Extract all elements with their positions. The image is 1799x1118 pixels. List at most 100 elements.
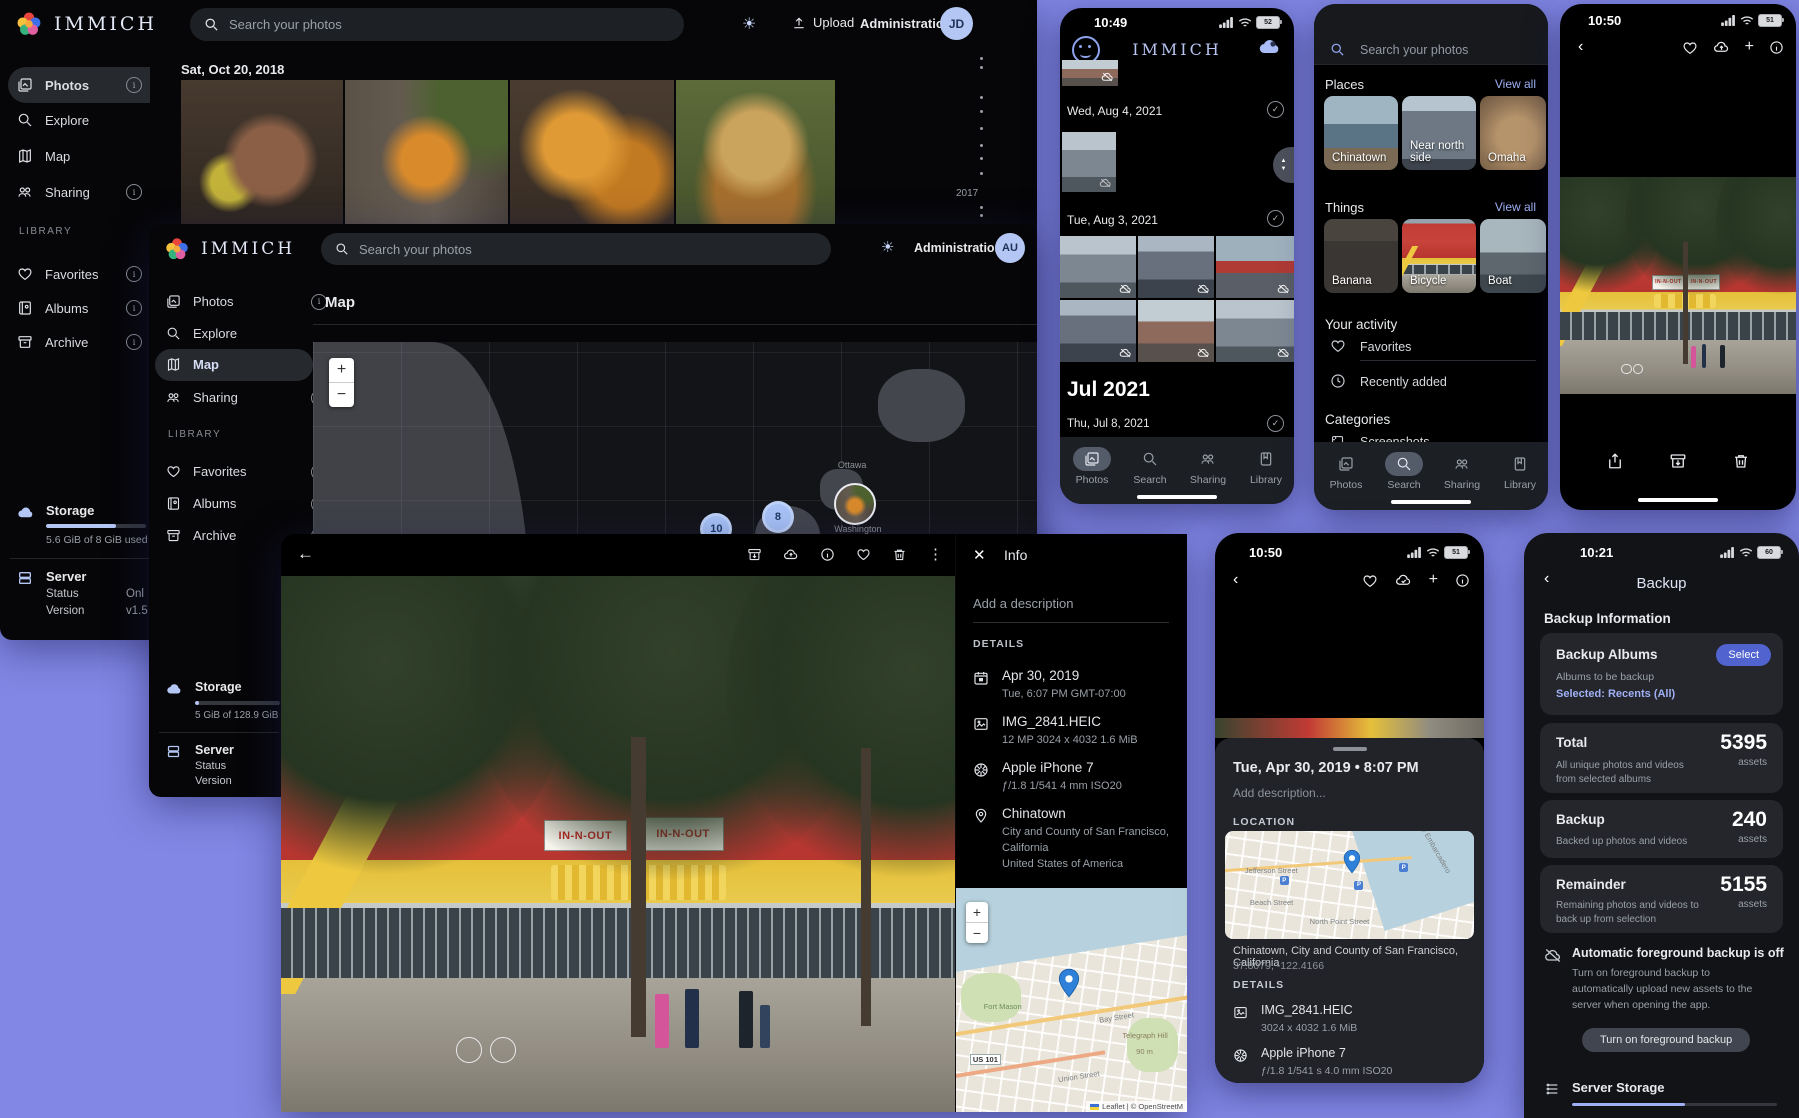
upload-button[interactable]: Upload: [792, 15, 854, 30]
location-map[interactable]: Fort Mason Bay Street Union Street Teleg…: [956, 888, 1187, 1112]
asset-photo[interactable]: IN-N-OUT IN-N-OUT: [281, 576, 955, 1112]
cloud-check-icon[interactable]: [1395, 573, 1412, 587]
sidebar-item-sharing[interactable]: Sharing i: [17, 184, 142, 200]
favorites-label[interactable]: Favorites: [1360, 340, 1411, 354]
trash-icon[interactable]: [1732, 452, 1750, 470]
back-button[interactable]: ‹: [1233, 571, 1238, 589]
app-logo[interactable]: IMMICH: [14, 9, 157, 39]
info-icon[interactable]: [1769, 40, 1784, 55]
home-indicator[interactable]: [1391, 500, 1471, 504]
select-day-checkbox[interactable]: ✓: [1267, 415, 1284, 432]
sidebar-item-map[interactable]: Map: [166, 357, 219, 372]
photo-thumbnail[interactable]: [1216, 300, 1294, 362]
sidebar-item-explore[interactable]: Explore: [166, 326, 237, 341]
recently-added-row[interactable]: [1330, 373, 1346, 389]
places-view-all-link[interactable]: View all: [1495, 77, 1536, 91]
heart-icon[interactable]: [856, 547, 871, 562]
description-input[interactable]: Add description...: [1233, 786, 1326, 800]
asset-photo-strip[interactable]: [1215, 718, 1484, 738]
zoom-in-button[interactable]: +: [966, 902, 988, 922]
info-icon[interactable]: i: [126, 300, 142, 316]
sidebar-item-favorites[interactable]: Favorites i: [17, 266, 142, 282]
favorites-row[interactable]: [1330, 338, 1346, 354]
info-icon[interactable]: i: [126, 77, 142, 93]
heart-icon[interactable]: [1362, 573, 1378, 589]
search-input[interactable]: Search your photos: [321, 233, 831, 265]
more-options-icon[interactable]: ⋮: [928, 547, 943, 562]
sidebar-item-photos[interactable]: Photos i: [166, 294, 233, 309]
place-card[interactable]: Chinatown: [1324, 96, 1398, 170]
thing-card[interactable]: Banana: [1324, 219, 1398, 293]
sidebar-item-favorites[interactable]: Favorites i: [166, 464, 246, 479]
nav-item-sharing[interactable]: Sharing: [1433, 452, 1491, 491]
info-icon[interactable]: i: [126, 334, 142, 350]
administration-link[interactable]: Administration: [860, 16, 952, 31]
download-icon[interactable]: [747, 547, 762, 562]
map-photo-marker[interactable]: [834, 483, 876, 525]
place-card[interactable]: Omaha: [1480, 96, 1546, 170]
turn-on-backup-button[interactable]: Turn on foreground backup: [1582, 1028, 1750, 1052]
info-icon[interactable]: [1455, 573, 1470, 588]
map-zoom-control[interactable]: + −: [329, 358, 354, 407]
archive-icon[interactable]: [1669, 452, 1687, 470]
home-indicator[interactable]: [1638, 498, 1718, 502]
info-icon[interactable]: i: [126, 266, 142, 282]
sidebar-item-explore[interactable]: Explore: [17, 112, 89, 128]
home-indicator[interactable]: [1137, 495, 1217, 499]
thing-card[interactable]: Boat: [1480, 219, 1546, 293]
nav-item-search[interactable]: Search: [1375, 452, 1433, 491]
nav-item-photos[interactable]: Photos: [1063, 447, 1121, 486]
plus-icon[interactable]: +: [1745, 40, 1754, 56]
photo-thumbnail[interactable]: [1062, 132, 1116, 192]
user-avatar[interactable]: AU: [995, 233, 1025, 263]
select-day-checkbox[interactable]: ✓: [1267, 210, 1284, 227]
back-button[interactable]: ←: [297, 544, 314, 564]
nav-item-library[interactable]: Library: [1237, 447, 1294, 486]
detail-bottom-sheet[interactable]: Tue, Apr 30, 2019 • 8:07 PM Add descript…: [1215, 738, 1484, 1083]
detail-row-location[interactable]: Chinatown City and County of San Francis…: [973, 806, 1173, 872]
nav-item-library[interactable]: Library: [1491, 452, 1548, 491]
cloud-icon[interactable]: [783, 547, 799, 562]
photo-thumbnail[interactable]: [1060, 236, 1136, 298]
info-icon[interactable]: i: [126, 184, 142, 200]
photo-thumbnail[interactable]: [1060, 300, 1136, 362]
sidebar-item-map[interactable]: Map: [17, 148, 70, 164]
map-zoom-control[interactable]: + −: [966, 902, 988, 943]
zoom-out-button[interactable]: −: [966, 922, 988, 943]
asset-photo[interactable]: IN-N-OUT IN-N-OUT: [1560, 177, 1796, 394]
back-button[interactable]: ‹: [1578, 38, 1583, 56]
plus-icon[interactable]: +: [1429, 573, 1438, 589]
photo-thumbnail[interactable]: [1138, 236, 1214, 298]
photo-thumbnail[interactable]: [510, 80, 674, 226]
info-icon[interactable]: [820, 547, 835, 562]
location-map[interactable]: The Embarcadero Jefferson Street Beach S…: [1225, 831, 1474, 939]
trash-icon[interactable]: [892, 547, 907, 562]
sidebar-item-photos[interactable]: Photos i: [17, 77, 142, 93]
administration-link[interactable]: Administration: [914, 241, 1002, 255]
user-avatar[interactable]: JD: [940, 7, 973, 40]
share-icon[interactable]: [1606, 452, 1624, 470]
things-view-all-link[interactable]: View all: [1495, 200, 1536, 214]
cloud-upload-icon[interactable]: [1713, 40, 1730, 54]
photo-thumbnail[interactable]: [676, 80, 835, 226]
sidebar-item-albums[interactable]: Albums i: [166, 496, 236, 511]
place-card[interactable]: Near north side: [1402, 96, 1476, 170]
photo-thumbnail[interactable]: [1062, 60, 1118, 86]
profile-avatar-icon[interactable]: [1258, 36, 1282, 56]
sidebar-item-archive[interactable]: Archive i: [166, 528, 236, 543]
sidebar-item-albums[interactable]: Albums i: [17, 300, 142, 316]
close-info-button[interactable]: ✕: [973, 546, 986, 564]
select-day-checkbox[interactable]: ✓: [1267, 101, 1284, 118]
app-logo[interactable]: IMMICH: [163, 235, 295, 263]
timeline-scrubber-handle[interactable]: ▲▼: [1273, 147, 1294, 183]
theme-toggle-button[interactable]: ☀: [881, 238, 894, 256]
search-input[interactable]: Search your photos: [1360, 43, 1468, 57]
thing-card[interactable]: Bicycle: [1402, 219, 1476, 293]
photo-thumbnail[interactable]: [1216, 236, 1294, 298]
map-cluster-marker[interactable]: 8: [762, 501, 794, 533]
recently-added-label[interactable]: Recently added: [1360, 375, 1447, 389]
photo-thumbnail[interactable]: [181, 80, 343, 226]
map-attribution[interactable]: Leaflet | © OpenStreetM: [1086, 1101, 1187, 1112]
sidebar-item-archive[interactable]: Archive i: [17, 334, 142, 350]
heart-icon[interactable]: [1682, 40, 1698, 56]
